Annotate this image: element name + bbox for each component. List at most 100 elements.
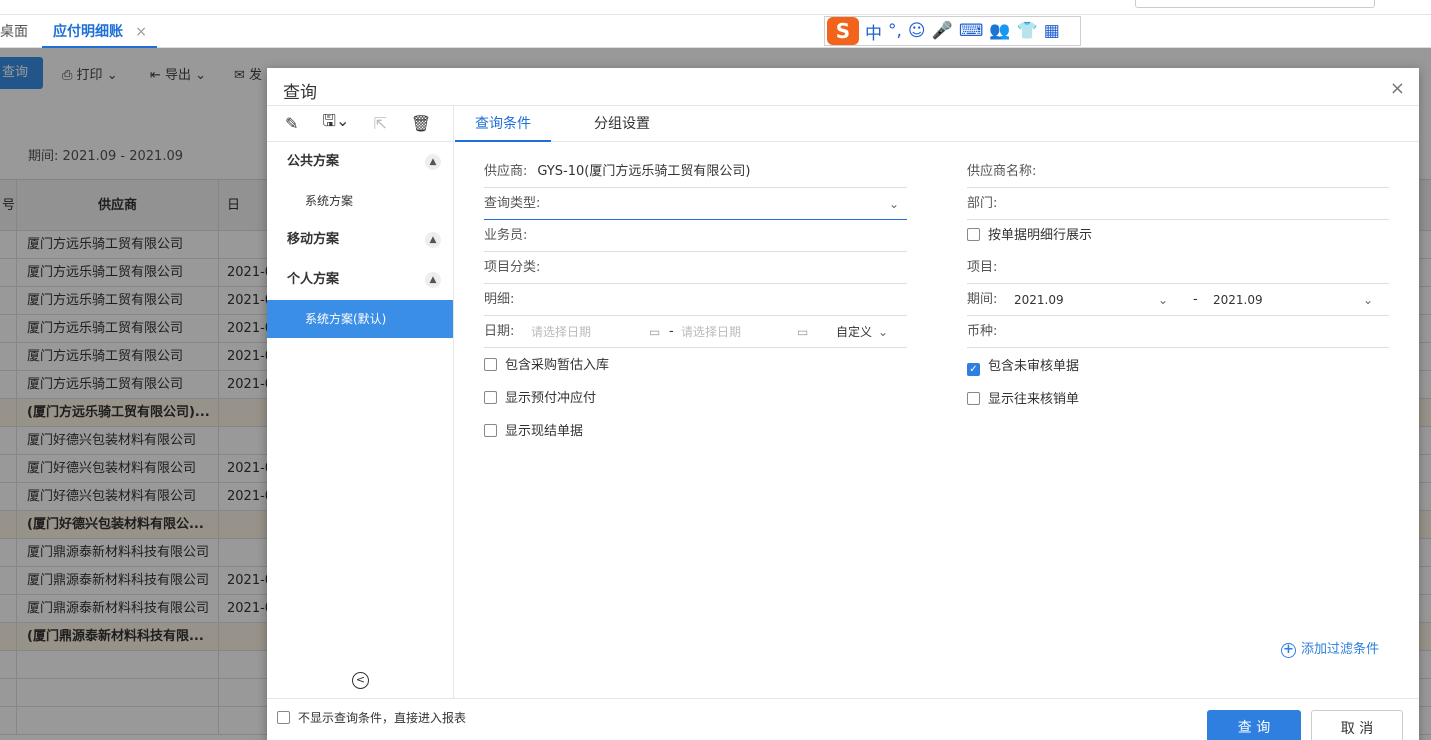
query-dialog: 查询 × ✎ 🖫⌄ ⇱ 🗑 公共方案 ▲ 系统方案 移动方案 ▲ 个人方案 ▲: [267, 68, 1419, 740]
ime-skin-icon[interactable]: 👕: [1017, 21, 1038, 41]
group-label: 个人方案: [287, 272, 340, 287]
ime-user-icon[interactable]: 👥: [989, 21, 1010, 41]
plus-circle-icon: +: [1281, 643, 1296, 658]
add-filter-button[interactable]: + 添加过滤条件: [1281, 638, 1379, 658]
period-range-field[interactable]: 期间: 2021.09 ⌄ - 2021.09 ⌄: [967, 284, 1389, 316]
close-tab-icon[interactable]: ×: [135, 15, 147, 49]
sogou-logo-icon[interactable]: S: [827, 17, 859, 45]
edit-icon[interactable]: ✎: [285, 114, 298, 133]
condition-tabs: 查询条件 分组设置: [455, 106, 1419, 142]
delete-icon[interactable]: 🗑: [411, 114, 431, 133]
checkbox-box-checked[interactable]: ✓: [967, 363, 980, 376]
calendar-icon[interactable]: ▭: [649, 316, 660, 348]
collapse-panel-icon[interactable]: <: [352, 672, 369, 689]
chevron-up-icon[interactable]: ▲: [425, 154, 441, 170]
ime-keyboard-icon[interactable]: ⌨: [959, 21, 984, 41]
scheme-group-personal[interactable]: 个人方案 ▲: [267, 260, 453, 300]
supplier-field[interactable]: 供应商: GYS-10(厦门方远乐骑工贸有限公司): [484, 156, 907, 188]
checkbox-show-writeoff[interactable]: 显示往来核销单: [967, 390, 1079, 410]
scheme-toolbar: ✎ 🖫⌄ ⇱ 🗑: [267, 106, 453, 142]
checkbox-skip-conditions[interactable]: 不显示查询条件，直接进入报表: [277, 709, 466, 726]
checkbox-include-unaudited[interactable]: ✓ 包含未审核单据: [967, 357, 1079, 377]
salesman-field[interactable]: 业务员:: [484, 220, 907, 252]
tab-group-settings[interactable]: 分组设置: [594, 106, 650, 142]
checkbox-box[interactable]: [967, 392, 980, 405]
chevron-up-icon[interactable]: ▲: [425, 272, 441, 288]
query-type-select[interactable]: 查询类型: ⌄: [484, 188, 907, 220]
condition-panel: 查询条件 分组设置 供应商: GYS-10(厦门方远乐骑工贸有限公司) 查询类型:…: [455, 106, 1419, 698]
checkbox-box[interactable]: [484, 391, 497, 404]
date-label: 日期:: [484, 324, 515, 339]
query-button[interactable]: 查 询: [1207, 710, 1301, 740]
chevron-down-icon[interactable]: ⌄: [1363, 284, 1373, 316]
cancel-button[interactable]: 取 消: [1311, 710, 1403, 740]
detail-label: 明细:: [484, 292, 515, 307]
chevron-up-icon[interactable]: ▲: [425, 232, 441, 248]
checkbox-show-cash[interactable]: 显示现结单据: [484, 422, 583, 442]
checkbox-show-prepay[interactable]: 显示预付冲应付: [484, 389, 596, 409]
global-search-input[interactable]: [1135, 0, 1375, 8]
checkbox-box[interactable]: [484, 424, 497, 437]
period-separator: -: [1193, 292, 1198, 307]
project-field[interactable]: 项目:: [967, 252, 1389, 284]
chevron-down-icon[interactable]: ⌄: [889, 188, 899, 220]
tab-query-conditions[interactable]: 查询条件: [455, 106, 551, 142]
checkbox-label: 包含未审核单据: [988, 359, 1080, 374]
checkbox-box[interactable]: [967, 228, 980, 241]
period-from-select[interactable]: 2021.09: [1014, 284, 1064, 316]
ime-chinese-mode-icon[interactable]: 中: [865, 19, 882, 44]
top-strip: [0, 0, 1431, 15]
scheme-group-public[interactable]: 公共方案 ▲: [267, 142, 453, 182]
department-field[interactable]: 部门:: [967, 188, 1389, 220]
ime-toolbar: S 中 °, ☺ 🎤 ⌨ 👥 👕 ▦: [824, 16, 1081, 46]
supplier-value: GYS-10(厦门方远乐骑工贸有限公司): [537, 164, 751, 179]
dialog-footer: 不显示查询条件，直接进入报表 查 询 取 消: [267, 698, 1419, 740]
checkbox-label: 包含采购暂估入库: [505, 358, 610, 373]
currency-field[interactable]: 币种:: [967, 316, 1389, 348]
tab-bar: 桌面 应付明细账 ×: [0, 15, 1431, 48]
scheme-item-system[interactable]: 系统方案: [267, 182, 453, 220]
app-window: 桌面 应付明细账 × S 中 °, ☺ 🎤 ⌨ 👥 👕 ▦ 查询 ⎙ 打印 ⌄ …: [0, 0, 1431, 740]
chevron-down-icon[interactable]: ⌄: [878, 316, 888, 348]
supplier-name-label: 供应商名称:: [967, 164, 1037, 179]
checkbox-include-estimate[interactable]: 包含采购暂估入库: [484, 356, 609, 376]
checkbox-box[interactable]: [484, 358, 497, 371]
ime-emoji-icon[interactable]: ☺: [908, 21, 926, 41]
scheme-item-system-default[interactable]: 系统方案(默认): [267, 300, 453, 338]
ime-punctuation-icon[interactable]: °,: [888, 21, 902, 41]
calendar-icon[interactable]: ▭: [797, 316, 808, 348]
period-to-select[interactable]: 2021.09: [1213, 284, 1263, 316]
tab-home[interactable]: 桌面: [0, 15, 40, 48]
ime-voice-icon[interactable]: 🎤: [932, 21, 953, 41]
chevron-down-icon[interactable]: ⌄: [1158, 284, 1168, 316]
share-icon[interactable]: ⇱: [373, 114, 386, 133]
close-icon[interactable]: ×: [1390, 78, 1405, 99]
checkbox-label: 按单据明细行展示: [988, 228, 1093, 243]
salesman-label: 业务员:: [484, 228, 528, 243]
checkbox-detail-rows[interactable]: 按单据明细行展示: [967, 226, 1092, 246]
save-icon[interactable]: 🖫⌄: [322, 110, 349, 137]
ime-toolbox-icon[interactable]: ▦: [1044, 21, 1060, 41]
project-label: 项目:: [967, 260, 998, 275]
tab-payable-detail[interactable]: 应付明细账 ×: [42, 15, 157, 48]
add-filter-label: 添加过滤条件: [1301, 642, 1380, 657]
department-label: 部门:: [967, 196, 998, 211]
checkbox-box[interactable]: [277, 711, 290, 724]
period-label: 期间:: [967, 292, 998, 307]
date-range-field[interactable]: 日期: 请选择日期 ▭ - 请选择日期 ▭ 自定义 ⌄: [484, 316, 907, 348]
scheme-group-mobile[interactable]: 移动方案 ▲: [267, 220, 453, 260]
checkbox-label: 显示往来核销单: [988, 392, 1080, 407]
tab-label: 应付明细账: [53, 24, 123, 40]
date-from-input[interactable]: 请选择日期: [531, 316, 591, 348]
checkbox-label: 不显示查询条件，直接进入报表: [298, 711, 467, 725]
detail-field[interactable]: 明细:: [484, 284, 907, 316]
supplier-name-field[interactable]: 供应商名称:: [967, 156, 1389, 188]
date-preset-select[interactable]: 自定义: [836, 316, 872, 348]
checkbox-label: 显示现结单据: [505, 424, 584, 439]
project-category-label: 项目分类:: [484, 260, 541, 275]
supplier-label: 供应商:: [484, 164, 528, 179]
project-category-field[interactable]: 项目分类:: [484, 252, 907, 284]
date-separator: -: [669, 324, 674, 339]
currency-label: 币种:: [967, 324, 998, 339]
date-to-input[interactable]: 请选择日期: [681, 316, 741, 348]
